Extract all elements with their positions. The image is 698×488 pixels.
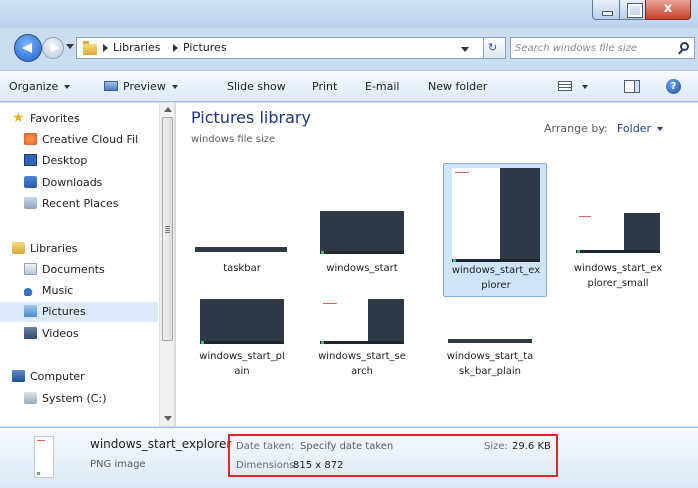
recent-pages-dropdown[interactable] [66, 44, 74, 49]
grip-icon [165, 226, 170, 233]
close-button[interactable]: x [645, 0, 691, 20]
scroll-up-icon[interactable] [164, 107, 172, 112]
folder-icon [83, 41, 97, 55]
preview-icon [104, 81, 118, 91]
new-folder-button[interactable]: New folder [428, 80, 487, 93]
breadcrumb-libraries[interactable]: Libraries [113, 41, 161, 54]
hard-drive-icon [24, 392, 37, 404]
print-button[interactable]: Print [312, 80, 337, 93]
libraries-icon [12, 242, 25, 254]
nav-item-pictures[interactable]: Pictures [0, 302, 158, 322]
file-name: windows_start [326, 263, 398, 274]
file-view: Pictures library windows file size Arran… [176, 103, 698, 426]
thumbnail [195, 247, 287, 252]
slide-show-button[interactable]: Slide show [227, 80, 286, 93]
command-bar: Organize Preview Slide show Print E-mail… [0, 70, 698, 102]
dimensions-value: 815 x 872 [293, 460, 344, 471]
downloads-icon [24, 176, 37, 188]
desktop-icon [24, 154, 37, 166]
back-button[interactable] [14, 34, 42, 62]
file-name: windows_start_pl ain [199, 351, 285, 377]
thumbnail [320, 211, 404, 254]
music-icon [24, 284, 37, 296]
file-item-windows-start[interactable]: windows_start [310, 173, 414, 307]
file-name: windows_start_se arch [318, 351, 406, 377]
nav-scrollbar[interactable] [159, 103, 174, 426]
file-item-taskbar[interactable]: taskbar [190, 173, 294, 307]
maximize-button[interactable] [619, 0, 646, 20]
star-icon: ★ [12, 110, 25, 126]
view-options-dropdown-icon[interactable] [582, 85, 588, 89]
scroll-down-icon[interactable] [164, 416, 172, 421]
search-input[interactable] [515, 40, 675, 56]
address-bar[interactable]: Libraries Pictures [76, 37, 484, 59]
refresh-icon: ↻ [488, 41, 498, 54]
page-title: Pictures library [191, 108, 311, 127]
recent-places-icon [24, 197, 37, 209]
file-item-windows-start-plain[interactable]: windows_start_pl ain [190, 299, 294, 433]
breadcrumb-pictures[interactable]: Pictures [183, 41, 227, 54]
preview-button[interactable]: Preview [104, 80, 178, 93]
details-file-type: PNG image [90, 459, 146, 470]
thumbnail [452, 168, 540, 262]
date-taken-label: Date taken: [236, 441, 295, 452]
details-pane: windows_start_explorer PNG image Date ta… [0, 427, 698, 488]
address-dropdown-icon[interactable] [461, 47, 469, 52]
date-taken-field[interactable]: Specify date taken [300, 441, 393, 452]
file-item-windows-start-search[interactable]: windows_start_se arch [310, 299, 414, 433]
pictures-icon [24, 305, 37, 317]
minimize-button[interactable] [592, 0, 620, 20]
email-button[interactable]: E-mail [365, 80, 400, 93]
chevron-down-icon [657, 127, 663, 131]
search-icon[interactable] [680, 42, 689, 51]
chevron-down-icon [64, 85, 71, 89]
library-subtitle: windows file size [191, 134, 276, 145]
refresh-button[interactable]: ↻ [484, 37, 506, 59]
arrange-by-label: Arrange by: [544, 122, 608, 135]
chevron-down-icon [171, 85, 178, 89]
arrange-by-dropdown[interactable]: Folder [617, 122, 663, 135]
thumbnail [200, 299, 284, 344]
file-name: taskbar [223, 263, 261, 274]
close-icon: x [663, 1, 673, 16]
size-value: 29.6 KB [512, 441, 551, 452]
scrollbar-thumb[interactable] [162, 117, 173, 341]
forward-button[interactable] [42, 37, 64, 59]
videos-icon [24, 327, 37, 339]
file-item-windows-start-explorer[interactable]: windows_start_ex plorer [443, 163, 547, 297]
creative-cloud-icon [24, 133, 37, 145]
file-name: windows_start_ex plorer [451, 265, 541, 291]
file-item-windows-start-task-bar-plain[interactable]: windows_start_ta sk_bar_plain [438, 299, 542, 433]
details-file-name: windows_start_explorer [90, 437, 232, 451]
file-name: windows_start_ta sk_bar_plain [446, 351, 534, 377]
title-bar[interactable]: x [0, 0, 698, 28]
file-item-windows-start-explorer-small[interactable]: windows_start_ex plorer_small [566, 173, 670, 307]
dimensions-label: Dimensions: [236, 460, 298, 471]
organize-button[interactable]: Organize [9, 80, 71, 93]
thumbnail [448, 339, 532, 343]
documents-icon [24, 263, 37, 275]
thumbnail [576, 213, 660, 253]
breadcrumb-separator-icon[interactable] [103, 44, 108, 52]
search-box[interactable] [510, 37, 695, 59]
explorer-window: x Libraries Pictures ↻ Organize Preview … [0, 0, 698, 488]
navigation-pane: ★ Favorites Creative Cloud Fil Desktop D… [0, 103, 175, 426]
size-label: Size: [484, 441, 508, 452]
file-name: windows_start_ex plorer_small [573, 263, 663, 289]
computer-icon [12, 370, 25, 382]
change-view-icon[interactable] [558, 81, 572, 91]
file-thumbnail [34, 436, 54, 478]
breadcrumb-separator-icon[interactable] [173, 44, 178, 52]
preview-pane-icon[interactable] [624, 80, 640, 93]
help-icon[interactable]: ? [666, 79, 681, 94]
thumbnail [320, 299, 404, 344]
